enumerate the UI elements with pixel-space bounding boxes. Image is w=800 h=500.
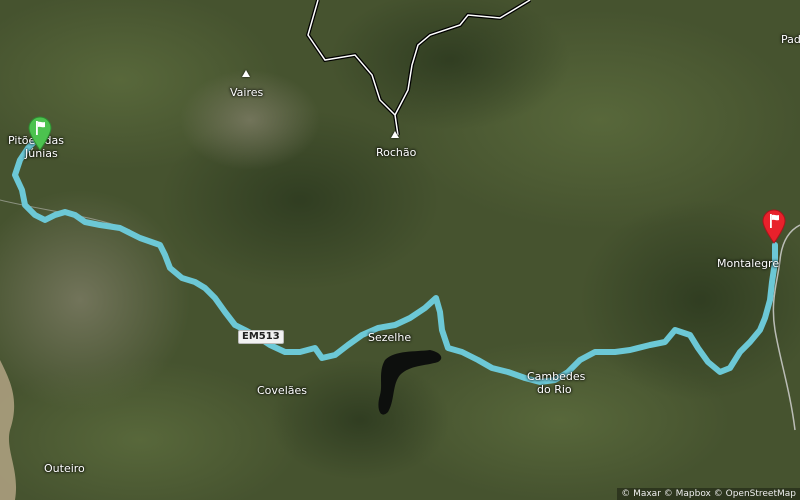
place-label-rochao[interactable]: Rochão: [376, 146, 416, 159]
place-label-line: Montalegre: [717, 257, 780, 270]
start-marker[interactable]: [27, 115, 53, 155]
place-label-padroso[interactable]: Pad: [781, 33, 800, 46]
place-label-line: Pad: [781, 33, 800, 46]
place-label-line: do Rio: [537, 383, 572, 396]
peak-icon: [242, 70, 250, 77]
map-canvas[interactable]: Pitões das Júnias Vaires Rochão Sezelhe …: [0, 0, 800, 500]
flag-icon: [762, 209, 786, 244]
place-label-line: Outeiro: [44, 462, 85, 475]
map-attribution[interactable]: © Maxar © Mapbox © OpenStreetMap: [617, 488, 800, 500]
place-label-sezelhe[interactable]: Sezelhe: [368, 331, 411, 344]
road-shield: EM513: [238, 330, 284, 344]
place-label-cambedes[interactable]: Cambedes do Rio: [527, 370, 585, 396]
end-marker[interactable]: [761, 208, 787, 248]
satellite-terrain: [0, 0, 800, 500]
place-label-line: Cambedes: [527, 370, 586, 383]
peak-icon: [391, 131, 399, 138]
flag-icon: [28, 116, 52, 151]
place-label-line: Rochão: [376, 146, 417, 159]
place-label-vaires[interactable]: Vaires: [230, 86, 263, 99]
place-label-line: Sezelhe: [368, 331, 412, 344]
place-label-line: Vaires: [230, 86, 264, 99]
place-label-covelaes[interactable]: Covelães: [257, 384, 307, 397]
place-label-line: Covelães: [257, 384, 307, 397]
place-label-montalegre[interactable]: Montalegre: [717, 257, 779, 270]
place-label-outeiro[interactable]: Outeiro: [44, 462, 85, 475]
